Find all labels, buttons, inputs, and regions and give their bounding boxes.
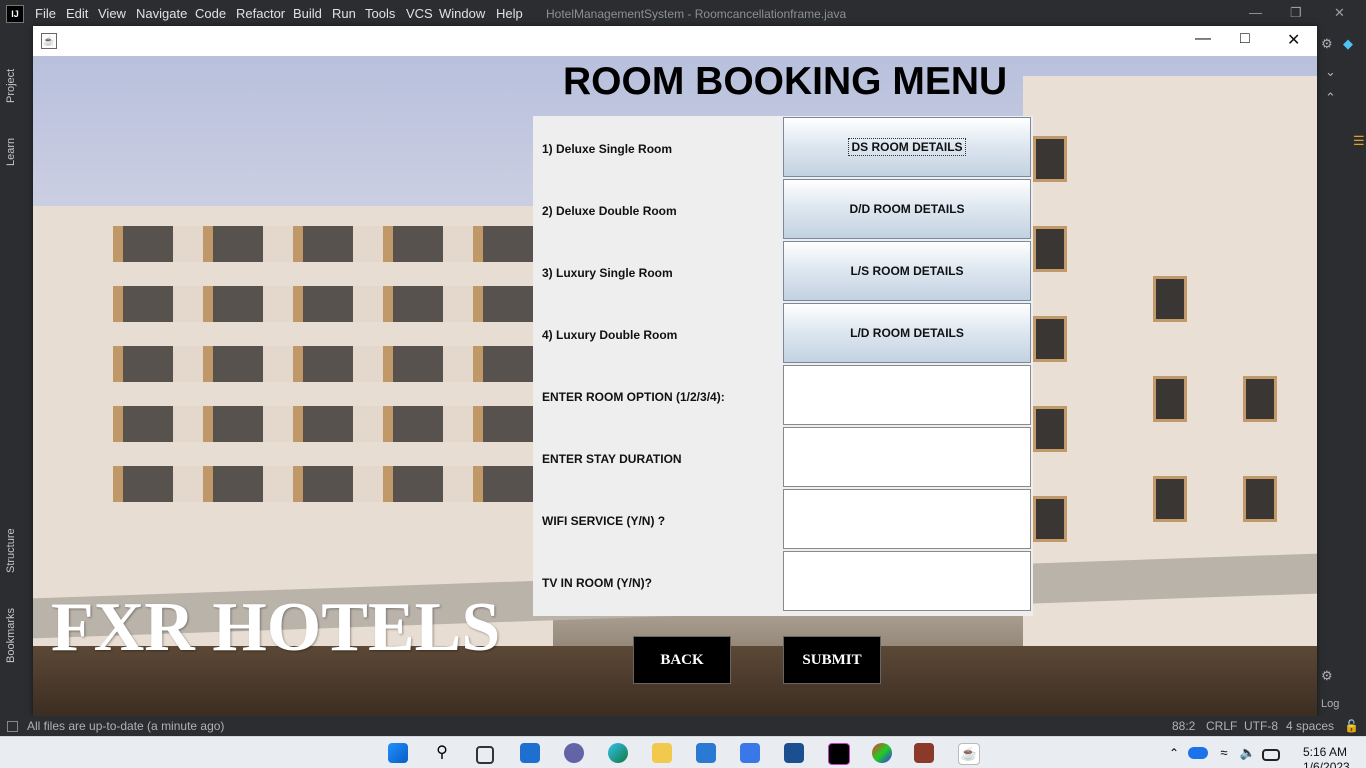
- booking-form-panel: 1) Deluxe Single Room DS ROOM DETAILS 2)…: [533, 116, 1033, 616]
- menu-build[interactable]: Build: [293, 6, 322, 21]
- ide-window-title: HotelManagementSystem - Roomcancellation…: [546, 7, 847, 21]
- frame-content: ROOM BOOKING MENU 1) Deluxe Single Room …: [33, 56, 1317, 717]
- menu-edit[interactable]: Edit: [66, 6, 88, 21]
- line-separator[interactable]: CRLF: [1206, 719, 1237, 733]
- ide-restore-icon[interactable]: ❐: [1290, 5, 1302, 21]
- widgets-icon[interactable]: [520, 743, 540, 763]
- battery-icon[interactable]: [1262, 749, 1280, 761]
- back-button[interactable]: BACK: [633, 636, 731, 684]
- frame-close-icon[interactable]: ✕: [1287, 30, 1300, 50]
- wifi-service-input[interactable]: [783, 489, 1031, 549]
- intellij-icon[interactable]: [828, 743, 850, 765]
- settings-gear-icon[interactable]: ⚙: [1321, 36, 1333, 52]
- plugin-icon[interactable]: ◆: [1343, 36, 1353, 52]
- indent-setting[interactable]: 4 spaces: [1286, 719, 1334, 733]
- dd-room-details-button[interactable]: D/D ROOM DETAILS: [783, 179, 1031, 239]
- event-log-label[interactable]: Log: [1321, 698, 1339, 710]
- menu-lines-icon[interactable]: ☰: [1353, 133, 1365, 149]
- ds-room-details-button[interactable]: DS ROOM DETAILS: [783, 117, 1031, 177]
- menu-file[interactable]: File: [35, 6, 56, 21]
- tab-learn[interactable]: Learn: [5, 138, 17, 166]
- clock-date[interactable]: 1/6/2023: [1303, 760, 1350, 768]
- ds-room-details-label: DS ROOM DETAILS: [848, 138, 966, 156]
- room-option-input[interactable]: [783, 365, 1031, 425]
- ls-room-details-button[interactable]: L/S ROOM DETAILS: [783, 241, 1031, 301]
- tab-structure[interactable]: Structure: [5, 528, 17, 573]
- chevron-down-icon[interactable]: ⌄: [1325, 64, 1336, 80]
- frame-minimize-icon[interactable]: —: [1195, 30, 1211, 48]
- menu-vcs[interactable]: VCS: [406, 6, 433, 21]
- caret-position[interactable]: 88:2: [1172, 719, 1195, 733]
- tab-bookmarks[interactable]: Bookmarks: [5, 608, 17, 663]
- windows-start-icon[interactable]: [388, 743, 408, 763]
- menu-run[interactable]: Run: [332, 6, 356, 21]
- ide-left-toolstrip: Project Learn Structure Bookmarks: [0, 28, 33, 718]
- menu-view[interactable]: View: [98, 6, 126, 21]
- mail-icon[interactable]: [696, 743, 716, 763]
- chrome-icon[interactable]: [872, 743, 892, 763]
- menu-navigate[interactable]: Navigate: [136, 6, 187, 21]
- volume-icon[interactable]: 🔈: [1238, 743, 1258, 763]
- deluxe-double-label: 2) Deluxe Double Room: [542, 204, 677, 218]
- menu-window[interactable]: Window: [439, 6, 485, 21]
- tv-in-room-input[interactable]: [783, 551, 1031, 611]
- windows-taskbar: ⚲ ☕ ⌃ ≈ 🔈 5:16 AM 1/6/2023: [0, 736, 1366, 768]
- lock-icon[interactable]: 🔓: [1344, 719, 1359, 733]
- menu-code[interactable]: Code: [195, 6, 226, 21]
- settings-gear-icon-2[interactable]: ⚙: [1321, 668, 1333, 684]
- hotel-brand-title: FXR HOTELS: [51, 589, 501, 666]
- intellij-logo-icon[interactable]: IJ: [6, 5, 24, 23]
- file-encoding[interactable]: UTF-8: [1244, 719, 1278, 733]
- ide-close-icon[interactable]: ✕: [1334, 5, 1345, 21]
- menu-help[interactable]: Help: [496, 6, 523, 21]
- chevron-up-tray-icon[interactable]: ⌃: [1164, 743, 1184, 763]
- ide-menubar: IJ File Edit View Navigate Code Refactor…: [0, 0, 1366, 28]
- task-view-icon[interactable]: [476, 746, 494, 764]
- ide-statusbar: All files are up-to-date (a minute ago) …: [0, 716, 1366, 736]
- stay-duration-label: ENTER STAY DURATION: [542, 452, 682, 466]
- page-title: ROOM BOOKING MENU: [563, 60, 1008, 103]
- tv-in-room-label: TV IN ROOM (Y/N)?: [542, 576, 652, 590]
- menu-refactor[interactable]: Refactor: [236, 6, 285, 21]
- search-icon[interactable]: ⚲: [432, 743, 452, 763]
- app-icon-blue[interactable]: [784, 743, 804, 763]
- winrar-icon[interactable]: [914, 743, 934, 763]
- status-message: All files are up-to-date (a minute ago): [27, 719, 225, 733]
- room-option-label: ENTER ROOM OPTION (1/2/3/4):: [542, 390, 725, 404]
- file-explorer-icon[interactable]: [652, 743, 672, 763]
- edge-icon[interactable]: [608, 743, 628, 763]
- onedrive-icon[interactable]: [1188, 747, 1208, 759]
- clock-time[interactable]: 5:16 AM: [1303, 745, 1347, 759]
- menu-tools[interactable]: Tools: [365, 6, 395, 21]
- java-app-window: ☕ — □ ✕ ROOM BOOKING MENU 1) Deluxe Sing…: [33, 26, 1317, 717]
- java-cup-icon: ☕: [41, 33, 57, 49]
- wifi-service-label: WIFI SERVICE (Y/N) ?: [542, 514, 666, 528]
- chat-icon[interactable]: [564, 743, 584, 763]
- store-icon[interactable]: [740, 743, 760, 763]
- ide-right-toolstrip: ⚙ ◆ ⌄ ⌃ ☰ ⚙ Log: [1317, 28, 1366, 718]
- ide-minimize-icon[interactable]: —: [1249, 5, 1262, 20]
- submit-button[interactable]: SUBMIT: [783, 636, 881, 684]
- luxury-double-label: 4) Luxury Double Room: [542, 328, 678, 342]
- ld-room-details-button[interactable]: L/D ROOM DETAILS: [783, 303, 1031, 363]
- toggle-toolwindows-icon[interactable]: [7, 721, 18, 732]
- frame-maximize-icon[interactable]: □: [1240, 30, 1250, 48]
- tab-project[interactable]: Project: [5, 69, 17, 103]
- java-icon[interactable]: ☕: [958, 743, 980, 765]
- stay-duration-input[interactable]: [783, 427, 1031, 487]
- frame-titlebar: ☕ — □ ✕: [33, 26, 1317, 56]
- wifi-icon[interactable]: ≈: [1214, 743, 1234, 763]
- chevron-up-icon[interactable]: ⌃: [1325, 90, 1336, 106]
- deluxe-single-label: 1) Deluxe Single Room: [542, 142, 673, 156]
- luxury-single-label: 3) Luxury Single Room: [542, 266, 673, 280]
